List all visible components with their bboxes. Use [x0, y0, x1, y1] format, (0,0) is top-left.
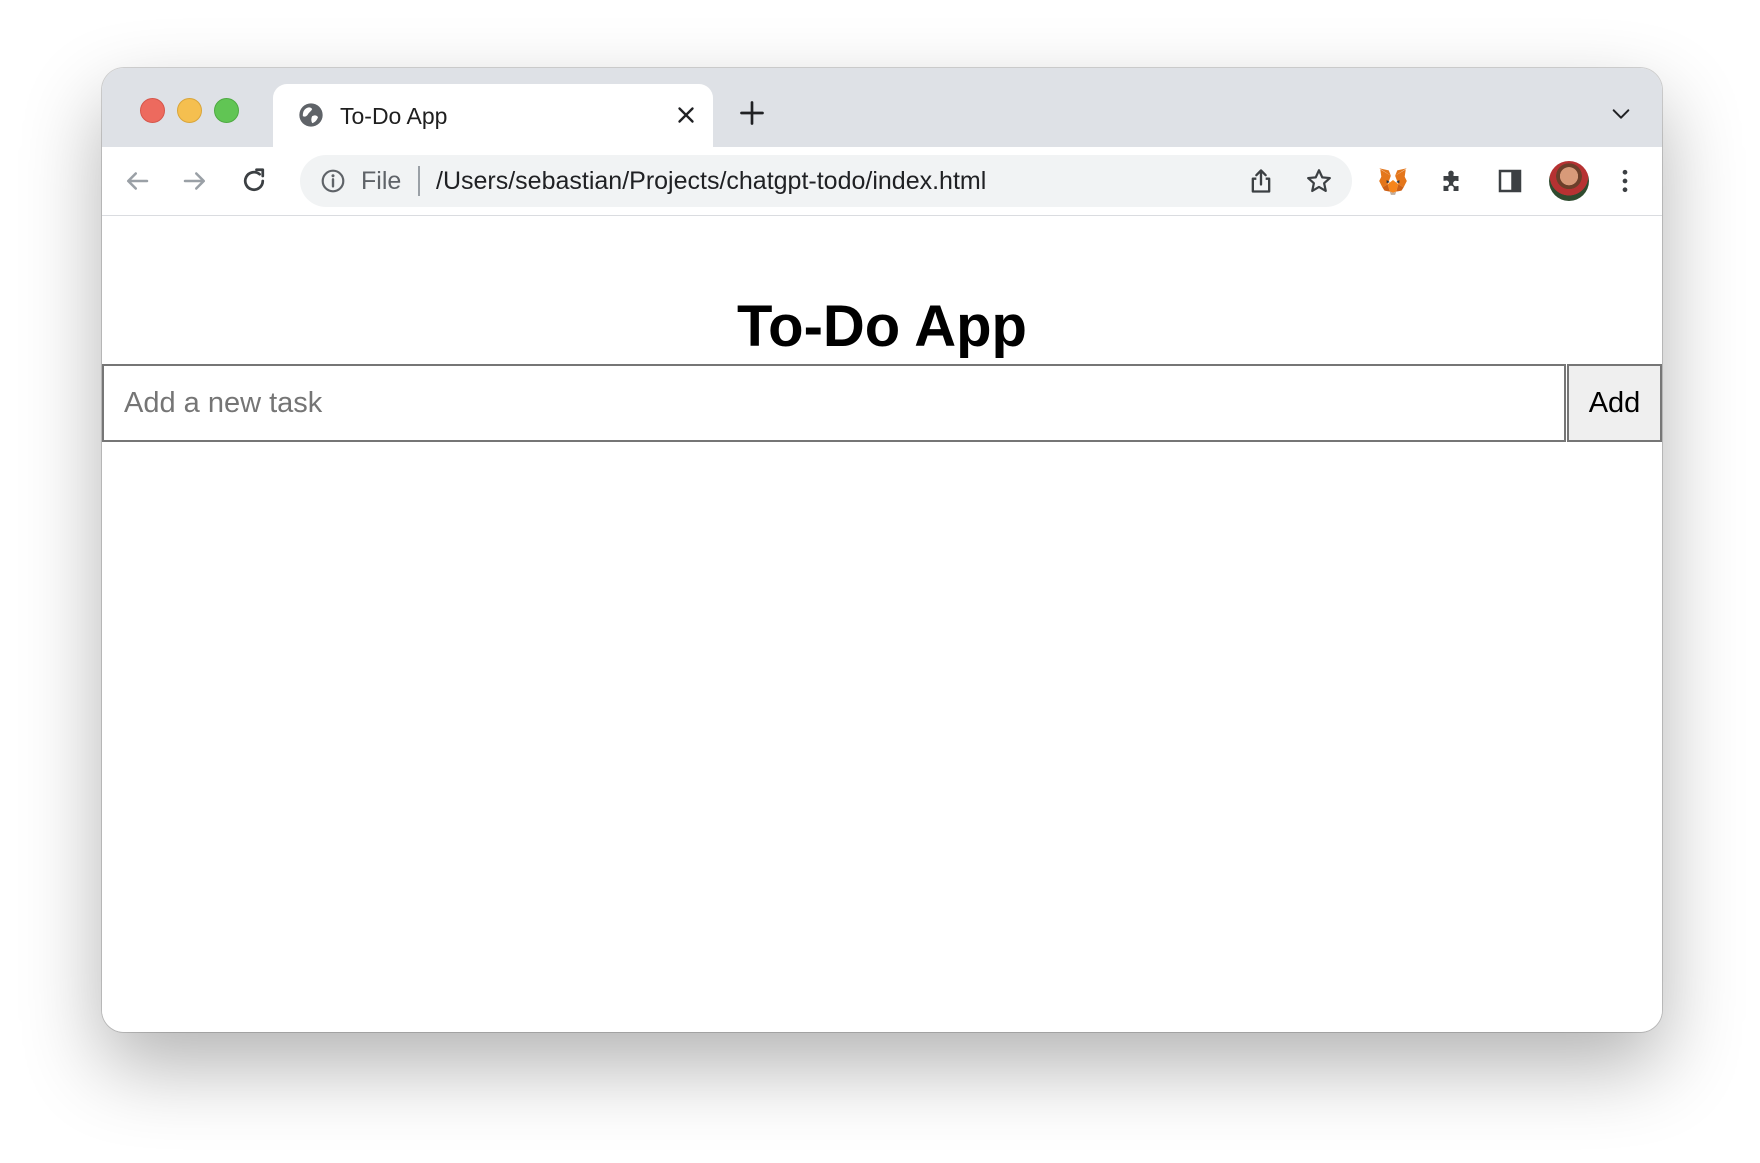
page-title: To-Do App	[737, 293, 1027, 359]
close-window-button[interactable]	[140, 98, 165, 123]
url-text[interactable]: /Users/sebastian/Projects/chatgpt-todo/i…	[436, 167, 986, 195]
tab-strip: To-Do App	[102, 68, 1662, 147]
arrow-left-icon[interactable]	[122, 166, 152, 196]
browser-window: To-Do App File /Users/sebastian/Projects…	[102, 68, 1662, 1032]
reload-icon[interactable]	[239, 166, 269, 196]
address-bar[interactable]: File /Users/sebastian/Projects/chatgpt-t…	[300, 155, 1352, 207]
puzzle-icon[interactable]	[1436, 166, 1466, 196]
todo-form: Add	[102, 364, 1662, 442]
close-tab-icon[interactable]	[673, 102, 699, 128]
add-task-button[interactable]: Add	[1567, 364, 1662, 442]
side-panel-icon[interactable]	[1495, 166, 1525, 196]
new-task-input[interactable]	[102, 364, 1566, 442]
more-vertical-icon[interactable]	[1610, 166, 1640, 196]
minimize-window-button[interactable]	[177, 98, 202, 123]
page-content: To-Do App Add	[102, 216, 1662, 1032]
info-icon[interactable]	[320, 168, 346, 194]
maximize-window-button[interactable]	[214, 98, 239, 123]
chevron-down-icon[interactable]	[1610, 103, 1632, 125]
share-icon[interactable]	[1247, 167, 1275, 195]
globe-icon	[297, 101, 325, 129]
profile-avatar[interactable]	[1549, 161, 1589, 201]
plus-icon[interactable]	[738, 99, 766, 127]
metamask-fox-icon[interactable]	[1376, 164, 1410, 198]
url-scheme-label: File	[361, 167, 402, 195]
star-icon[interactable]	[1305, 167, 1333, 195]
omnibox-separator	[418, 166, 420, 196]
active-tab[interactable]: To-Do App	[273, 84, 713, 147]
tab-title: To-Do App	[340, 103, 448, 129]
browser-toolbar: File /Users/sebastian/Projects/chatgpt-t…	[102, 147, 1662, 216]
arrow-right-icon[interactable]	[180, 166, 210, 196]
